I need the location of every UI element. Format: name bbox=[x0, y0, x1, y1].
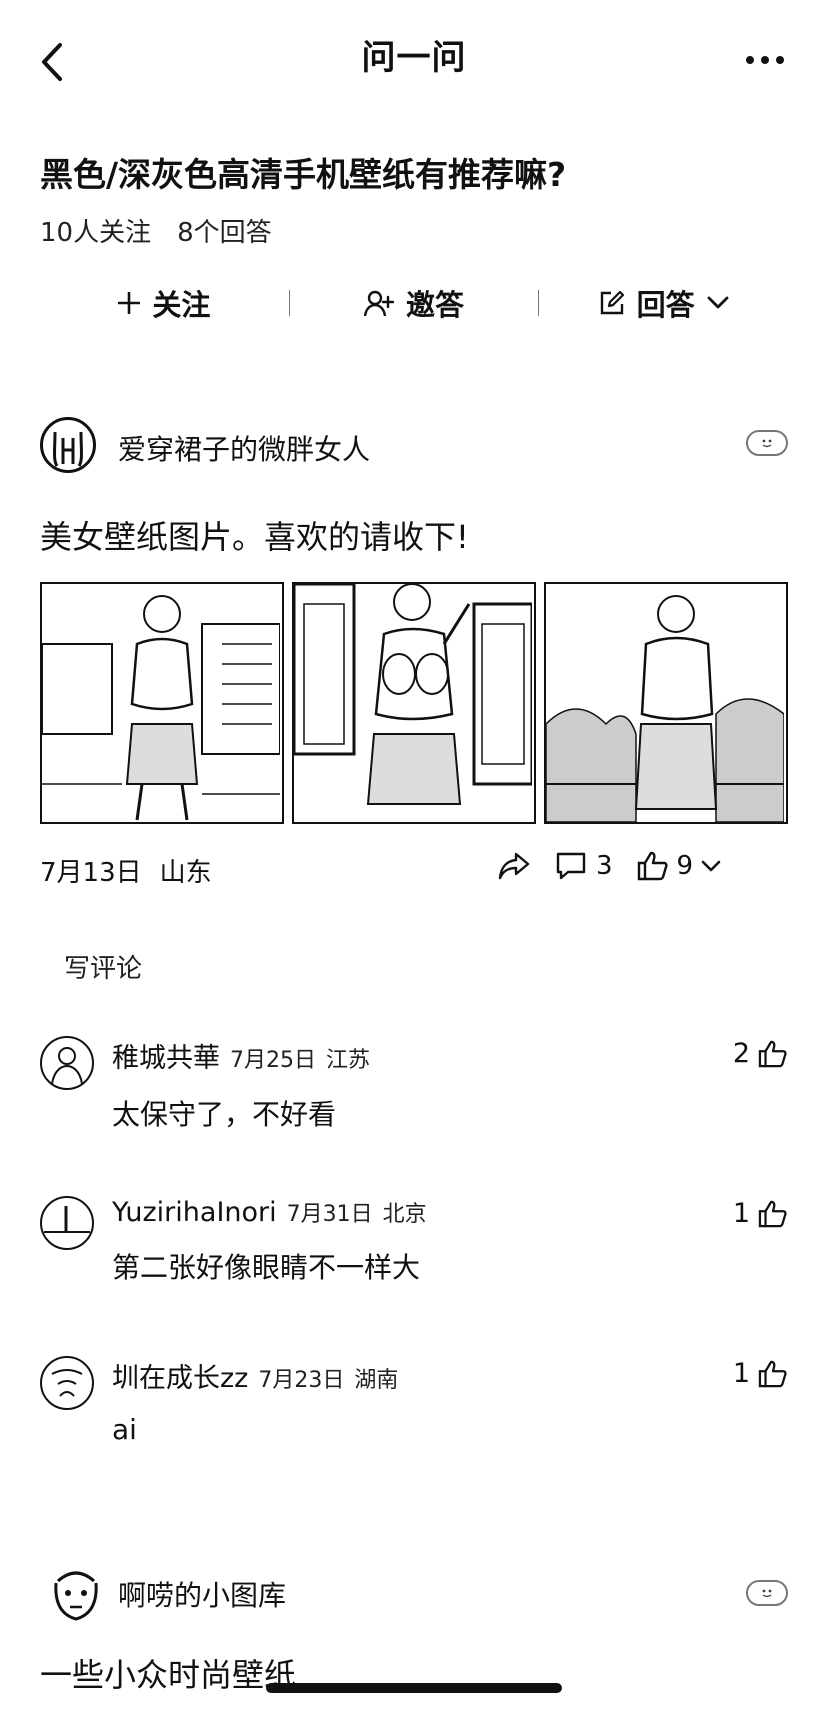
follow-label: 关注 bbox=[152, 288, 211, 322]
like-count: 9 bbox=[676, 851, 694, 881]
answer-location: 山东 bbox=[159, 858, 212, 888]
answer-text: 美女壁纸图片。喜欢的请收下! bbox=[40, 518, 469, 556]
photo-2[interactable] bbox=[292, 582, 536, 824]
share-button[interactable] bbox=[498, 852, 530, 880]
edit-icon bbox=[599, 290, 625, 316]
like-button[interactable]: 9 bbox=[637, 851, 722, 881]
write-comment-button[interactable]: 写评论 bbox=[64, 948, 142, 985]
answer-button[interactable]: 回答 bbox=[539, 282, 788, 324]
photo-1[interactable] bbox=[40, 582, 284, 824]
comment-count: 3 bbox=[596, 851, 613, 881]
commenter-name[interactable]: 圳在成长zz bbox=[112, 1356, 248, 1395]
commenter-avatar[interactable] bbox=[40, 1036, 94, 1090]
avatar[interactable] bbox=[48, 1563, 104, 1623]
comment-location: 北京 bbox=[382, 1202, 427, 1227]
comment-like-count: 1 bbox=[732, 1198, 750, 1229]
chevron-down-icon bbox=[707, 296, 729, 310]
thumbs-up-icon bbox=[758, 1040, 788, 1068]
thumbs-up-icon bbox=[637, 851, 669, 881]
comment-like-count: 2 bbox=[732, 1038, 750, 1069]
answer-author[interactable]: 爱穿裙子的微胖女人 bbox=[118, 428, 370, 468]
plus-icon bbox=[118, 292, 141, 314]
question-title: 黑色/深灰色高清手机壁纸有推荐嘛? bbox=[40, 155, 567, 194]
emoji-reaction-icon[interactable] bbox=[746, 430, 788, 456]
comment-date: 7月31日 bbox=[286, 1202, 373, 1227]
answer-author[interactable]: 啊唠的小图库 bbox=[118, 1574, 286, 1614]
comment-date: 7月23日 bbox=[258, 1368, 345, 1393]
invite-label: 邀答 bbox=[406, 288, 465, 322]
photo-3[interactable] bbox=[544, 582, 788, 824]
comment-icon bbox=[554, 851, 588, 881]
followers-count: 10人关注 bbox=[40, 218, 152, 248]
answer-tools: 3 9 bbox=[498, 846, 721, 886]
comment-text: 太保守了，不好看 bbox=[112, 1098, 337, 1131]
share-icon bbox=[498, 852, 530, 880]
comment-text: 第二张好像眼睛不一样大 bbox=[112, 1251, 421, 1284]
avatar[interactable] bbox=[40, 417, 96, 473]
invite-user-icon bbox=[364, 289, 394, 317]
comment-button[interactable]: 3 bbox=[554, 851, 613, 881]
commenter-avatar[interactable] bbox=[40, 1356, 94, 1410]
home-indicator[interactable] bbox=[266, 1683, 562, 1693]
comment-date: 7月25日 bbox=[230, 1048, 316, 1073]
invite-button[interactable]: 邀答 bbox=[290, 282, 539, 324]
more-button[interactable] bbox=[730, 40, 800, 80]
comment-location: 江苏 bbox=[326, 1048, 371, 1073]
question-stats: 10人关注 8个回答 bbox=[40, 212, 272, 249]
comment-like-button[interactable]: 1 bbox=[733, 1198, 788, 1229]
comment-location: 湖南 bbox=[354, 1368, 399, 1393]
question-actions: 关注 邀答 回答 bbox=[40, 270, 788, 336]
answers-count: 8个回答 bbox=[177, 218, 272, 248]
comment-like-button[interactable]: 2 bbox=[733, 1038, 788, 1069]
more-dots-icon bbox=[745, 55, 785, 65]
answer-meta: 7月13日 山东 bbox=[40, 852, 212, 889]
thumbs-up-icon bbox=[758, 1200, 788, 1228]
emoji-reaction-icon[interactable] bbox=[746, 1580, 788, 1606]
answer-text: 一些小众时尚壁纸 bbox=[40, 1656, 297, 1694]
chevron-down-icon[interactable] bbox=[701, 860, 721, 872]
commenter-avatar[interactable] bbox=[40, 1196, 94, 1250]
commenter-name[interactable]: YuzirihaInori bbox=[112, 1197, 277, 1228]
comment-like-button[interactable]: 1 bbox=[733, 1358, 788, 1389]
comment-text: ai bbox=[112, 1413, 137, 1446]
answer-label: 回答 bbox=[636, 288, 695, 322]
top-bar: 问一问 bbox=[0, 0, 828, 120]
follow-button[interactable]: 关注 bbox=[40, 282, 289, 324]
answer-photos bbox=[40, 582, 788, 824]
comment-like-count: 1 bbox=[732, 1358, 750, 1389]
page-title: 问一问 bbox=[361, 38, 467, 78]
thumbs-up-icon bbox=[758, 1360, 788, 1388]
commenter-name[interactable]: 稚城共華 bbox=[112, 1036, 220, 1075]
answer-date: 7月13日 bbox=[40, 858, 142, 888]
